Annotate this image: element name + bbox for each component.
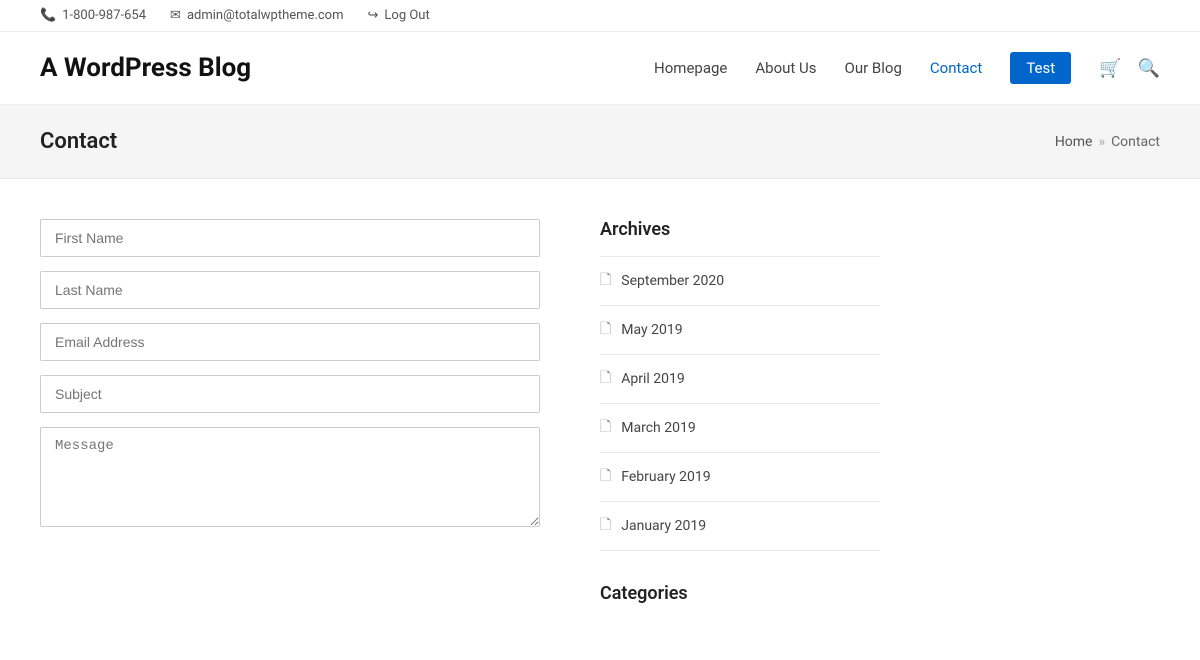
site-header: A WordPress Blog Homepage About Us Our B…	[0, 32, 1200, 105]
phone-number: 1-800-987-654	[62, 8, 146, 23]
message-field	[40, 427, 540, 531]
contact-form	[40, 219, 540, 620]
breadcrumb-home[interactable]: Home	[1055, 134, 1093, 150]
doc-icon: 🗋	[600, 465, 611, 489]
cart-icon[interactable]: 🛒	[1099, 58, 1121, 79]
nav-icons: 🛒 🔍	[1099, 58, 1160, 79]
email-item: ✉ admin@totalwptheme.com	[170, 8, 343, 23]
archive-item-sep-2020[interactable]: 🗋 September 2020	[600, 257, 880, 306]
admin-email: admin@totalwptheme.com	[187, 8, 344, 23]
first-name-input[interactable]	[40, 219, 540, 257]
archive-item-feb-2019[interactable]: 🗋 February 2019	[600, 453, 880, 502]
nav-our-blog[interactable]: Our Blog	[845, 59, 902, 77]
breadcrumb: Home » Contact	[1055, 134, 1160, 150]
doc-icon: 🗋	[600, 416, 611, 440]
archive-item-jan-2019[interactable]: 🗋 January 2019	[600, 502, 880, 551]
main-nav: Homepage About Us Our Blog Contact Test …	[654, 52, 1160, 84]
last-name-field	[40, 271, 540, 309]
categories-section: Categories	[600, 583, 880, 604]
archives-title: Archives	[600, 219, 880, 240]
page-banner: Contact Home » Contact	[0, 105, 1200, 179]
doc-icon: 🗋	[600, 514, 611, 538]
top-bar: 📞 1-800-987-654 ✉ admin@totalwptheme.com…	[0, 0, 1200, 32]
subject-field	[40, 375, 540, 413]
archive-item-may-2019[interactable]: 🗋 May 2019	[600, 306, 880, 355]
archive-label: May 2019	[621, 322, 682, 338]
breadcrumb-separator: »	[1099, 134, 1106, 150]
nav-homepage[interactable]: Homepage	[654, 59, 727, 77]
archive-label: September 2020	[621, 273, 724, 289]
main-content: Archives 🗋 September 2020 🗋 May 2019 🗋 A…	[0, 179, 1200, 660]
email-input[interactable]	[40, 323, 540, 361]
breadcrumb-current: Contact	[1111, 134, 1160, 150]
message-textarea[interactable]	[40, 427, 540, 527]
doc-icon: 🗋	[600, 318, 611, 342]
logout-item[interactable]: ↪ Log Out	[368, 8, 430, 23]
first-name-field	[40, 219, 540, 257]
nav-about-us[interactable]: About Us	[755, 59, 816, 77]
site-title[interactable]: A WordPress Blog	[40, 53, 251, 83]
search-icon[interactable]: 🔍	[1138, 58, 1160, 79]
nav-test-button[interactable]: Test	[1010, 52, 1071, 84]
categories-title: Categories	[600, 583, 880, 604]
doc-icon: 🗋	[600, 269, 611, 293]
sidebar: Archives 🗋 September 2020 🗋 May 2019 🗋 A…	[600, 219, 880, 620]
email-icon: ✉	[170, 8, 181, 23]
archive-label: March 2019	[621, 420, 695, 436]
email-field	[40, 323, 540, 361]
last-name-input[interactable]	[40, 271, 540, 309]
phone-icon: 📞	[40, 8, 56, 23]
doc-icon: 🗋	[600, 367, 611, 391]
page-title: Contact	[40, 129, 117, 154]
nav-contact[interactable]: Contact	[930, 59, 982, 77]
archive-item-apr-2019[interactable]: 🗋 April 2019	[600, 355, 880, 404]
logout-icon: ↪	[368, 8, 379, 23]
archive-label: January 2019	[621, 518, 706, 534]
logout-label: Log Out	[384, 8, 429, 23]
phone-item: 📞 1-800-987-654	[40, 8, 146, 23]
subject-input[interactable]	[40, 375, 540, 413]
archive-label: April 2019	[621, 371, 685, 387]
archive-list: 🗋 September 2020 🗋 May 2019 🗋 April 2019…	[600, 256, 880, 551]
archive-label: February 2019	[621, 469, 710, 485]
archive-item-mar-2019[interactable]: 🗋 March 2019	[600, 404, 880, 453]
